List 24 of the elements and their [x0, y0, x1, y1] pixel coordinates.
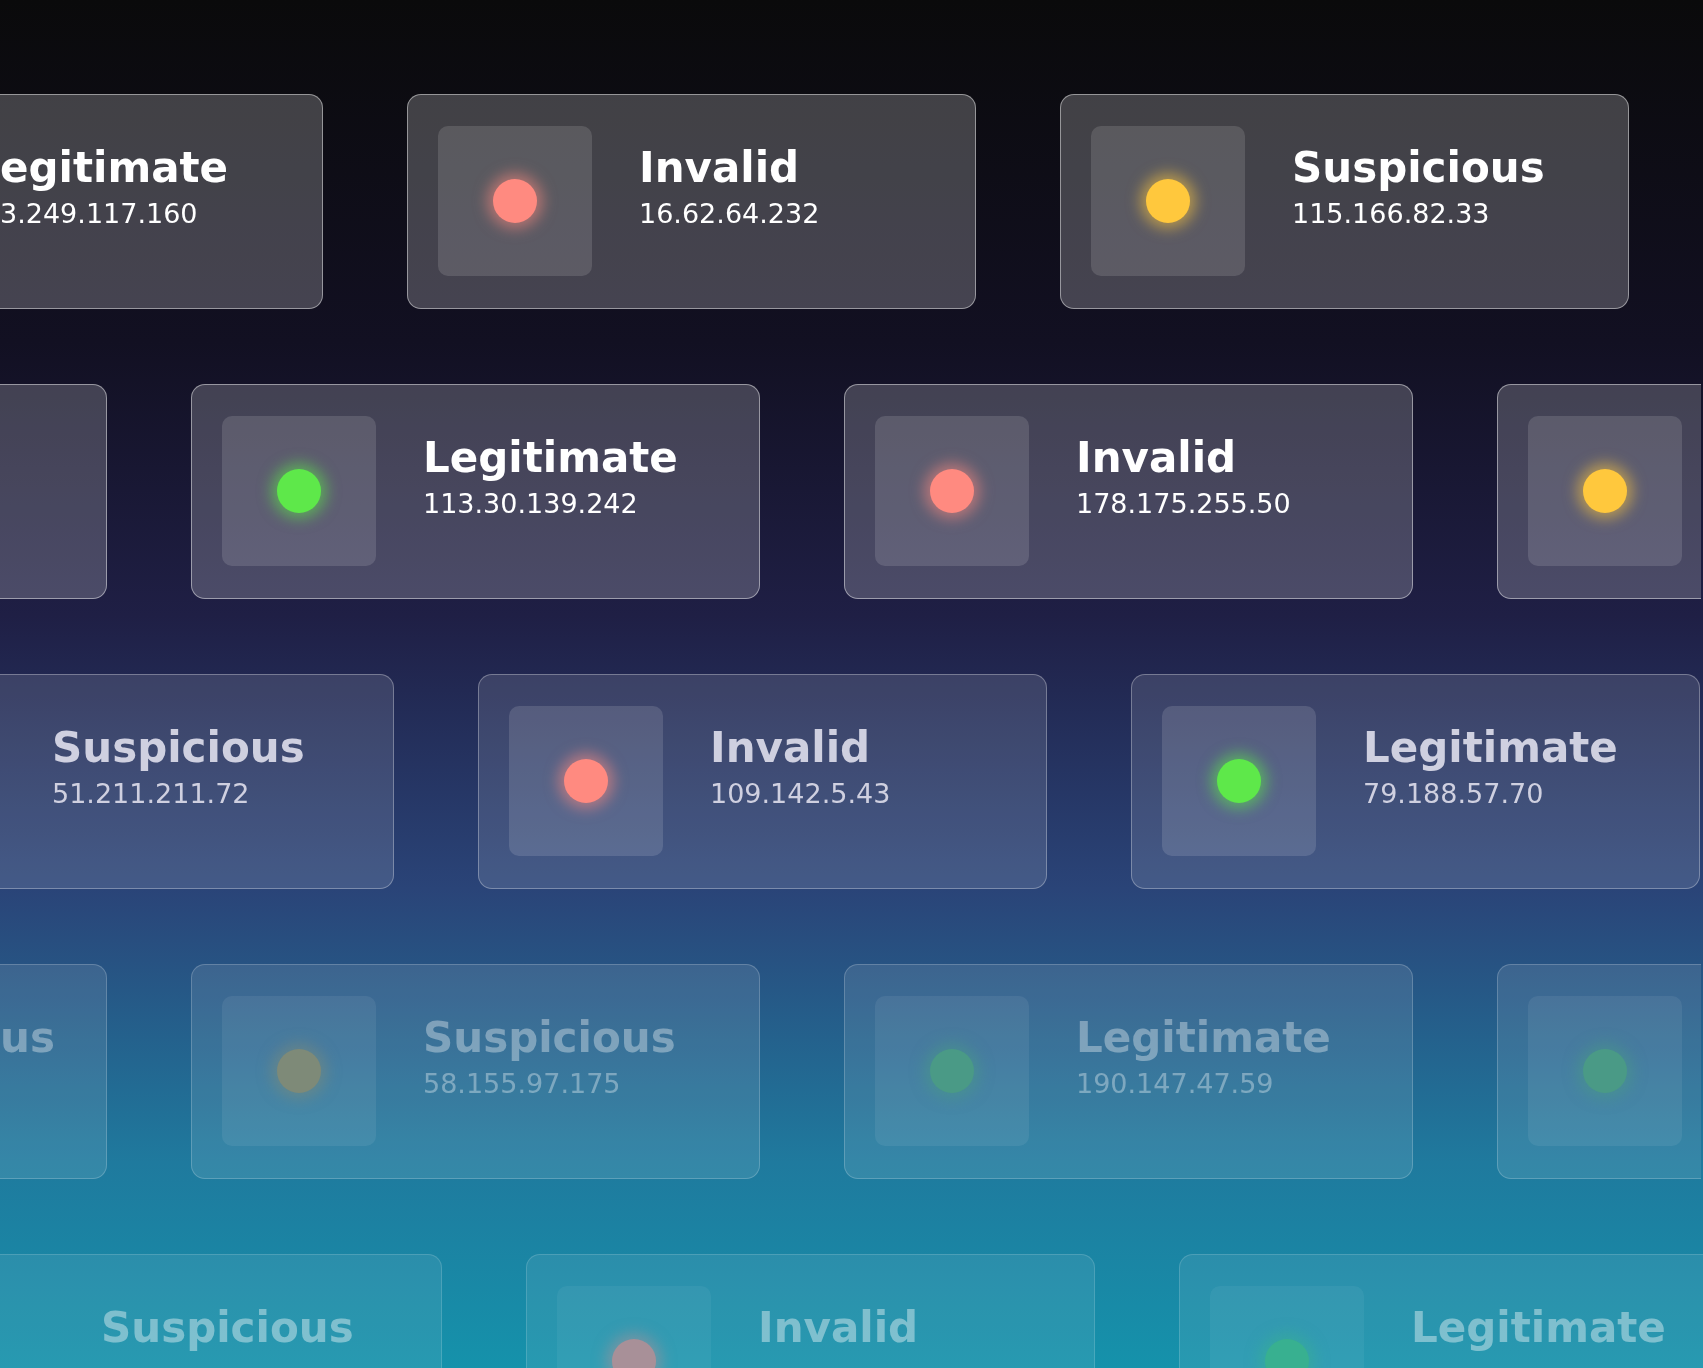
status-label: Suspicious [423, 1014, 676, 1063]
status-label: egitimate [0, 144, 229, 193]
ip-address: 58.155.97.175 [423, 1067, 622, 1102]
ip-address: 51.211.211.72 [52, 777, 251, 812]
ip-address: 109.142.5.43 [710, 777, 891, 812]
status-label: Legitimate [1076, 1014, 1331, 1063]
status-label: Legitimate [1363, 724, 1618, 773]
status-label: Invalid [710, 724, 872, 773]
status-label: us [0, 1014, 55, 1063]
status-label: Invalid [639, 144, 801, 193]
ip-address: 115.166.82.33 [1292, 197, 1491, 232]
status-label: Legitimate [1411, 1304, 1666, 1353]
status-label: Invalid [758, 1304, 919, 1353]
ip-address: 3.249.117.160 [0, 197, 199, 232]
ip-address: 79.188.57.70 [1363, 777, 1545, 812]
ip-address: 113.30.139.242 [423, 487, 639, 522]
status-label: Invalid [1076, 434, 1238, 483]
status-label: Suspicious [101, 1304, 354, 1353]
status-label: Suspicious [1292, 144, 1545, 193]
status-label: Legitimate [423, 434, 678, 483]
status-label: Suspicious [52, 724, 305, 773]
ip-address: 16.62.64.232 [639, 197, 820, 232]
ip-address: 190.147.47.59 [1076, 1067, 1275, 1102]
ip-address: 178.175.255.50 [1076, 487, 1291, 522]
